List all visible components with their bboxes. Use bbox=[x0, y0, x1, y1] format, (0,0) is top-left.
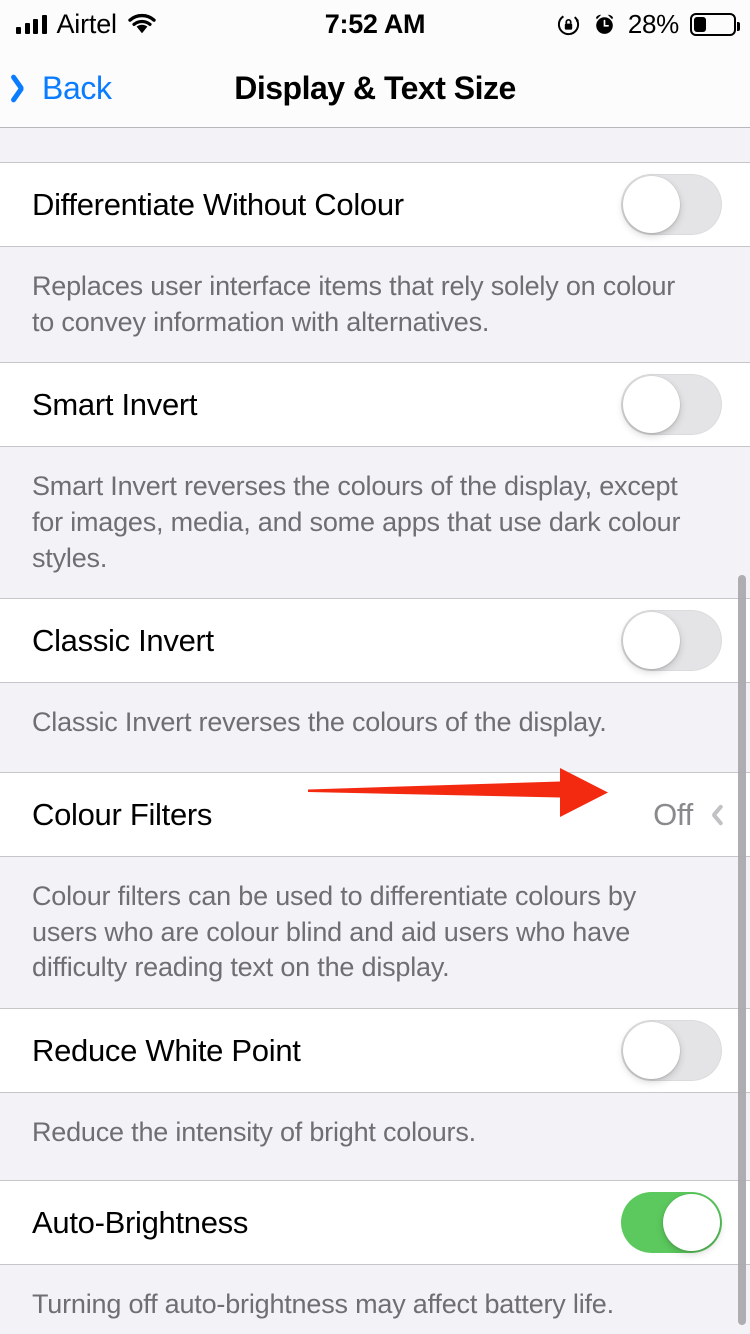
row-footer-colour-filters: Colour filters can be used to differenti… bbox=[0, 857, 750, 1009]
vertical-scrollbar[interactable] bbox=[738, 575, 746, 1325]
row-footer-auto-brightness: Turning off auto-brightness may affect b… bbox=[0, 1265, 750, 1334]
row-title: Smart Invert bbox=[32, 386, 198, 422]
row-title: Auto-Brightness bbox=[32, 1204, 249, 1240]
row-title: Differentiate Without Colour bbox=[32, 186, 404, 222]
row-footer-differentiate-without-colour: Replaces user interface items that rely … bbox=[0, 247, 750, 364]
list-top-gap bbox=[0, 129, 750, 163]
status-bar-right: 28% bbox=[556, 0, 740, 48]
settings-row-classic-invert[interactable]: Classic Invert bbox=[0, 599, 750, 684]
alarm-clock-icon bbox=[592, 12, 617, 37]
status-bar: Airtel 7:52 AM 28% bbox=[0, 0, 750, 48]
settings-row-differentiate-without-colour[interactable]: Differentiate Without Colour bbox=[0, 163, 750, 247]
battery-percent-label: 28% bbox=[627, 8, 679, 39]
battery-icon bbox=[690, 12, 740, 36]
row-footer-reduce-white-point: Reduce the intensity of bright colours. bbox=[0, 1093, 750, 1181]
toggle-reduce-white-point[interactable] bbox=[621, 1020, 722, 1081]
toggle-classic-invert[interactable] bbox=[621, 610, 722, 672]
settings-list: Differentiate Without Colour Replaces us… bbox=[0, 129, 750, 1334]
rotation-lock-icon bbox=[556, 12, 581, 37]
row-footer-classic-invert: Classic Invert reverses the colours of t… bbox=[0, 683, 750, 774]
row-title: Colour Filters bbox=[32, 796, 213, 832]
toggle-differentiate-without-colour[interactable] bbox=[621, 174, 722, 235]
toggle-auto-brightness[interactable] bbox=[621, 1192, 722, 1253]
page-title: Display & Text Size bbox=[234, 69, 516, 106]
row-footer-smart-invert: Smart Invert reverses the colours of the… bbox=[0, 447, 750, 600]
chevron-right-icon bbox=[707, 802, 722, 828]
clock-label: 7:52 AM bbox=[324, 8, 426, 39]
navigation-bar: Back Display & Text Size bbox=[0, 48, 750, 128]
settings-row-auto-brightness[interactable]: Auto-Brightness bbox=[0, 1181, 750, 1265]
toggle-smart-invert[interactable] bbox=[621, 374, 722, 436]
settings-row-reduce-white-point[interactable]: Reduce White Point bbox=[0, 1009, 750, 1093]
iphone-settings-screen: Airtel 7:52 AM 28% Back Display & Text S… bbox=[0, 0, 750, 1334]
colour-filters-value: Off bbox=[653, 796, 693, 832]
settings-row-colour-filters[interactable]: Colour Filters Off bbox=[0, 773, 750, 858]
row-title: Classic Invert bbox=[32, 622, 214, 658]
settings-row-smart-invert[interactable]: Smart Invert bbox=[0, 363, 750, 448]
row-title: Reduce White Point bbox=[32, 1032, 301, 1068]
